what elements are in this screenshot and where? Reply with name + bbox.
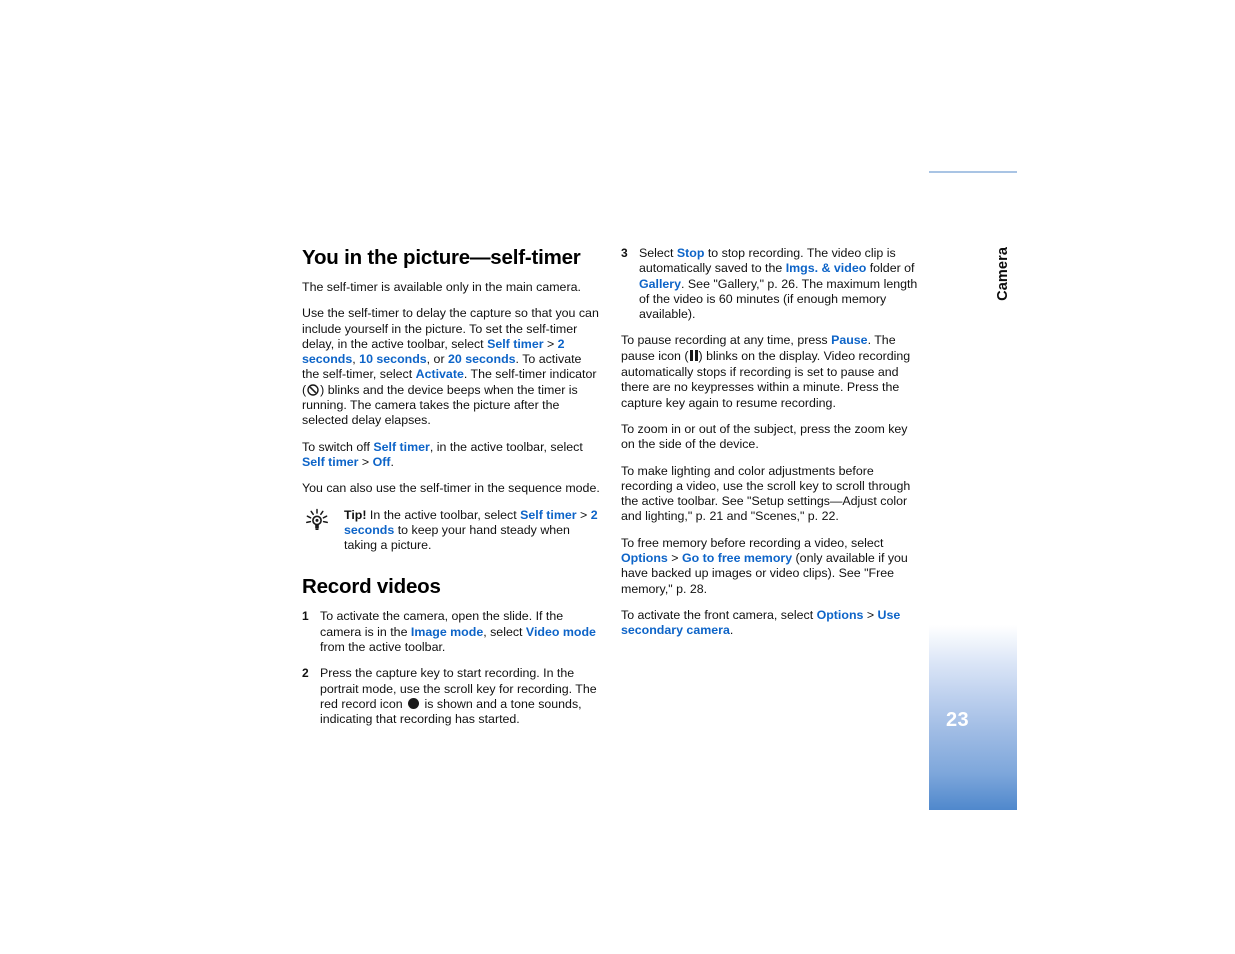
chapter-name-label: Camera — [995, 247, 1011, 301]
ui-term-off: Off — [372, 454, 391, 469]
text-run: , select — [483, 624, 526, 639]
text-run: To activate the front camera, select — [621, 607, 817, 622]
step-number: 1 — [302, 609, 309, 624]
ui-term-self-timer: Self timer — [520, 507, 577, 522]
ui-term-stop: Stop — [676, 246, 705, 260]
ui-term-self-timer: Self timer — [373, 439, 430, 454]
text-run: Select — [639, 246, 677, 260]
ui-term-pause: Pause — [831, 333, 868, 348]
paragraph-lighting-adjustments: To make lighting and color adjustments b… — [621, 463, 911, 524]
ui-term-imgs-and-video: Imgs. & video — [785, 261, 867, 276]
ui-term-self-timer: Self timer — [302, 454, 359, 469]
text-run: . See "Gallery," p. 26. The maximum leng… — [639, 276, 918, 322]
page-number: 23 — [946, 709, 970, 731]
ui-term-10-seconds: 10 seconds — [359, 352, 427, 367]
ui-term-options: Options — [621, 551, 668, 566]
paragraph-self-timer-intro: The self-timer is available only in the … — [302, 280, 581, 294]
section-title-record-videos: Record videos — [302, 575, 441, 599]
ui-term-gallery: Gallery — [639, 276, 682, 291]
step-number: 3 — [621, 246, 628, 260]
paragraph-front-camera: To activate the front camera, select Opt… — [621, 608, 921, 639]
text-run: To free memory before recording a video,… — [621, 535, 884, 550]
ui-term-go-to-free-memory: Go to free memory — [681, 551, 793, 566]
ui-term-activate: Activate — [415, 367, 464, 382]
text-run: , or — [426, 352, 449, 367]
right-text-column: 3 Select Stop to stop recording. The vide… — [621, 246, 921, 650]
ui-term-options: Options — [816, 607, 864, 622]
page-title: You in the picture—self-timer — [302, 246, 581, 269]
chapter-side-tab: Camera 23 — [929, 171, 1017, 810]
paragraph-self-timer-usage: Use the self-timer to delay the capture … — [302, 306, 602, 428]
list-item: 1 To activate the camera, open the slide.… — [302, 609, 602, 655]
text-run: In the active toolbar, select — [366, 507, 521, 522]
paragraph-switch-off-self-timer: To switch off Self timer, in the active … — [302, 440, 602, 471]
list-item: 2 Press the capture key to start recordin… — [302, 666, 602, 727]
text-run: > — [863, 607, 878, 622]
left-text-column: You in the picture—self-timer The self-t… — [302, 246, 602, 739]
text-run: To pause recording at any time, press — [621, 333, 832, 348]
paragraph-pause-recording: To pause recording at any time, press Pa… — [621, 333, 921, 410]
paragraph-zoom: To zoom in or out of the subject, press … — [621, 421, 908, 452]
list-item: 3 Select Stop to stop recording. The vide… — [621, 246, 921, 322]
text-run: from the active toolbar. — [320, 640, 446, 655]
text-run: . — [390, 454, 394, 469]
self-timer-indicator-icon — [307, 384, 319, 396]
ui-term-image-mode: Image mode — [410, 624, 484, 639]
text-run: ) blinks and the device beeps when the t… — [302, 382, 578, 428]
text-run: > — [667, 551, 682, 566]
paragraph-free-memory: To free memory before recording a video,… — [621, 536, 921, 597]
text-run: > — [576, 507, 591, 522]
text-run: > — [358, 454, 373, 469]
pause-bars-icon — [689, 349, 698, 365]
text-run: folder of — [866, 261, 915, 276]
paragraph-sequence-mode: You can also use the self-timer in the s… — [302, 481, 600, 496]
step-number: 2 — [302, 666, 309, 681]
text-run: , in the active toolbar, select — [429, 439, 583, 454]
record-dot-icon — [408, 697, 420, 709]
ui-term-video-mode: Video mode — [525, 624, 596, 639]
ui-term-20-seconds: 20 seconds — [448, 352, 516, 367]
tip-block: Tip! In the active toolbar, select Self … — [302, 508, 602, 554]
manual-page: You in the picture—self-timer The self-t… — [0, 0, 1235, 954]
ui-term-self-timer: Self timer — [487, 336, 544, 351]
tip-label: Tip! — [344, 507, 367, 522]
text-run: . — [729, 623, 734, 638]
text-run: > — [543, 336, 558, 351]
text-run: To switch off — [302, 439, 374, 454]
lightbulb-icon — [304, 508, 330, 534]
